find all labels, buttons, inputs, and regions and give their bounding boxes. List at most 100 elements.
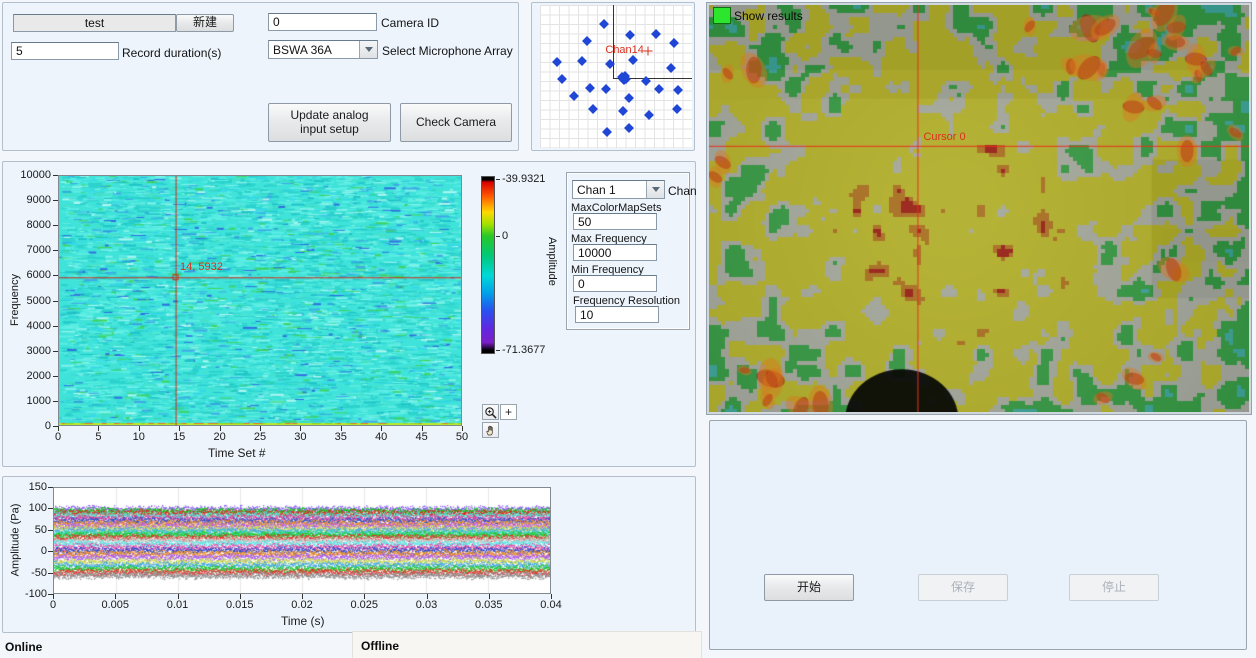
online-status-label: Online	[5, 640, 42, 654]
mic-point	[605, 59, 615, 69]
spectrogram-cursor-label: 14, 5932	[180, 261, 223, 273]
mic-point	[618, 106, 628, 116]
axis-tick-label: 4000	[7, 320, 51, 332]
mic-point	[624, 123, 634, 133]
axis-tick-label: 0.04	[529, 599, 573, 611]
zoom-tool-icon[interactable]	[482, 404, 499, 420]
pan-hand-icon[interactable]	[482, 422, 499, 438]
min-frequency-input[interactable]	[573, 275, 657, 292]
start-button[interactable]: 开始	[764, 574, 854, 601]
cursor-tool-icon[interactable]: +	[500, 404, 517, 420]
axis-tick-label: 0	[38, 431, 78, 443]
record-duration-input[interactable]	[11, 42, 119, 60]
channel-select-label: Chan	[668, 184, 697, 198]
mic-point	[654, 84, 664, 94]
camera-id-input[interactable]	[268, 13, 377, 31]
axis-tick-mark	[53, 275, 58, 276]
spectrogram-canvas[interactable]	[59, 176, 461, 425]
mic-point	[601, 84, 611, 94]
axis-tick-label: 2000	[7, 370, 51, 382]
axis-tick-mark	[58, 426, 59, 431]
axis-tick-mark	[53, 351, 58, 352]
amplitude-colorbar	[481, 176, 495, 354]
axis-tick-mark	[179, 426, 180, 431]
axis-tick-mark	[48, 551, 53, 552]
axis-tick-label: 10000	[7, 169, 51, 181]
axis-tick-mark	[489, 594, 490, 599]
mic-point	[582, 36, 592, 46]
axis-tick-mark	[364, 594, 365, 599]
mic-point	[666, 64, 676, 74]
waveform-x-axis-label: Time (s)	[281, 614, 325, 628]
axis-tick-label: 0	[13, 545, 47, 557]
camera-result-canvas[interactable]	[709, 5, 1249, 412]
axis-tick-mark	[53, 301, 58, 302]
axis-tick-mark	[115, 594, 116, 599]
axis-tick-mark	[462, 426, 463, 431]
axis-tick-label: 6000	[7, 269, 51, 281]
axis-tick-mark	[53, 594, 54, 599]
test-name-field[interactable]: test	[13, 14, 176, 32]
axis-tick-mark	[551, 594, 552, 599]
max-frequency-input[interactable]	[573, 244, 657, 261]
mic-point	[641, 76, 651, 86]
frequency-resolution-input[interactable]	[575, 306, 659, 323]
colorbar-tick-mark	[496, 179, 500, 180]
axis-tick-label: 100	[13, 502, 47, 514]
control-panel: 开始 保存 停止	[709, 420, 1247, 650]
axis-tick-mark	[381, 426, 382, 431]
record-duration-label: Record duration(s)	[122, 46, 221, 60]
mic-point	[552, 57, 562, 67]
chevron-down-icon[interactable]	[359, 41, 377, 58]
mic-cursor-label: Chan14	[605, 44, 644, 56]
axis-tick-label: 0.03	[405, 599, 449, 611]
mic-point	[673, 85, 683, 95]
mic-point	[644, 110, 654, 120]
mic-point	[569, 91, 579, 101]
axis-tick-mark	[139, 426, 140, 431]
max-colormap-input[interactable]	[573, 213, 657, 230]
check-camera-button[interactable]: Check Camera	[400, 103, 512, 142]
mic-point	[625, 30, 635, 40]
colorbar-zero-label: 0	[502, 230, 508, 242]
mic-cursor-cross[interactable]	[644, 47, 653, 56]
update-analog-input-button[interactable]: Update analog input setup	[268, 103, 391, 142]
spectrogram-frame	[58, 175, 462, 426]
mic-point	[577, 56, 587, 66]
new-button[interactable]: 新建	[176, 14, 234, 32]
offline-status-strip: Offline	[352, 631, 702, 658]
spectrogram-panel: 14, 5932 Frequency Time Set # -39.9321 0…	[2, 161, 696, 467]
mic-point	[602, 127, 612, 137]
axis-tick-mark	[220, 426, 221, 431]
mic-point	[651, 29, 661, 39]
axis-tick-label: 30	[280, 431, 320, 443]
mic-point-layer	[540, 5, 692, 148]
waveform-frame	[53, 487, 551, 594]
channel-select-value: Chan 1	[573, 181, 646, 198]
stop-button[interactable]: 停止	[1069, 574, 1159, 601]
microphone-array-select[interactable]: BSWA 36A	[268, 40, 378, 59]
show-results-checkbox[interactable]	[713, 7, 731, 24]
axis-tick-mark	[53, 326, 58, 327]
axis-tick-label: 0.025	[342, 599, 386, 611]
axis-tick-label: 3000	[7, 345, 51, 357]
colorbar-max-label: -39.9321	[502, 173, 545, 185]
axis-tick-mark	[427, 594, 428, 599]
waveform-canvas[interactable]	[54, 488, 550, 593]
mic-point	[599, 19, 609, 29]
axis-tick-label: 25	[240, 431, 280, 443]
save-button[interactable]: 保存	[918, 574, 1008, 601]
axis-tick-mark	[422, 426, 423, 431]
axis-tick-mark	[48, 530, 53, 531]
axis-tick-label: 1000	[7, 395, 51, 407]
mic-array-panel: Chan14	[531, 2, 695, 151]
channel-select[interactable]: Chan 1	[572, 180, 665, 199]
axis-tick-label: 150	[13, 481, 47, 493]
mic-array-plot[interactable]: Chan14	[540, 5, 692, 148]
axis-tick-label: 9000	[7, 194, 51, 206]
axis-tick-mark	[53, 250, 58, 251]
mic-point	[588, 104, 598, 114]
waveform-y-axis-label: Amplitude (Pa)	[9, 504, 21, 577]
axis-tick-label: 0.005	[93, 599, 137, 611]
chevron-down-icon[interactable]	[646, 181, 664, 198]
